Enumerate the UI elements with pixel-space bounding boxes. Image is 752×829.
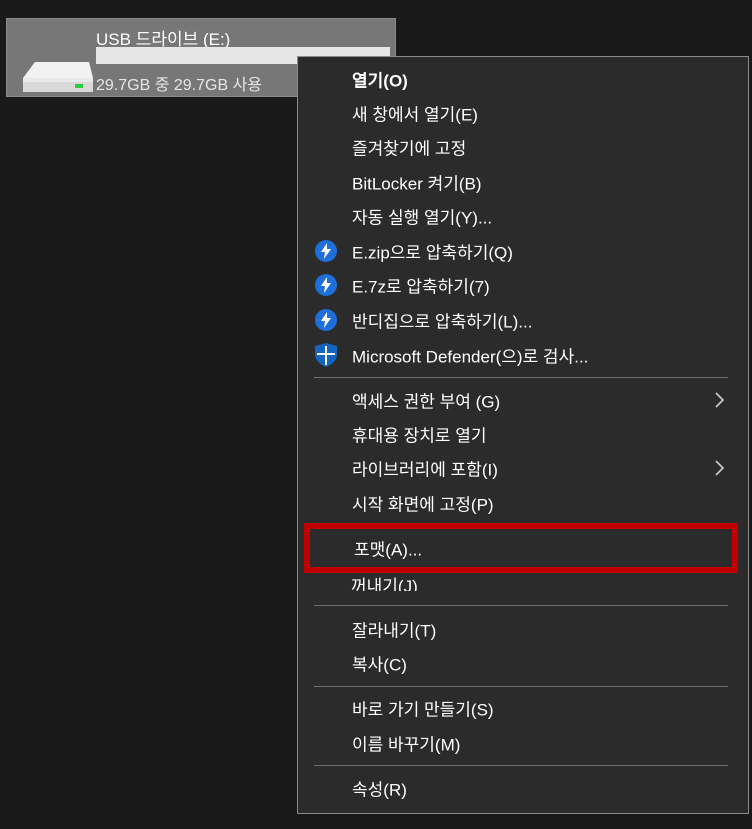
- menu-item-label: 새 창에서 열기(E): [352, 105, 478, 125]
- menu-item-copy[interactable]: 복사(C): [298, 646, 748, 680]
- menu-item-defender-scan[interactable]: Microsoft Defender(으)로 검사...: [298, 338, 748, 372]
- menu-item-label: BitLocker 켜기(B): [352, 174, 482, 194]
- drive-usage-text: 29.7GB 중 29.7GB 사용: [96, 77, 263, 94]
- menu-item-autoplay[interactable]: 자동 실행 열기(Y)...: [298, 199, 748, 233]
- menu-item-label: 복사(C): [352, 655, 407, 675]
- menu-item-compress-bandizip[interactable]: 반디집으로 압축하기(L)...: [298, 303, 748, 337]
- menu-item-label: 포맷(A)...: [354, 540, 423, 560]
- menu-item-cut[interactable]: 잘라내기(T): [298, 612, 748, 646]
- context-menu: 열기(O) 새 창에서 열기(E) 즐겨찾기에 고정 BitLocker 켜기(…: [297, 56, 749, 814]
- menu-item-pin-quick-access[interactable]: 즐겨찾기에 고정: [298, 130, 748, 164]
- menu-separator: [314, 605, 728, 606]
- menu-item-label: 즐겨찾기에 고정: [352, 139, 467, 159]
- menu-item-label: 시작 화면에 고정(P): [352, 495, 494, 515]
- usb-drive-icon: [23, 62, 93, 92]
- chevron-right-icon: [715, 392, 725, 408]
- menu-separator: [314, 686, 728, 687]
- menu-item-label: 휴대용 장치로 열기: [352, 426, 487, 446]
- menu-item-label: 자동 실행 열기(Y)...: [352, 208, 493, 228]
- defender-shield-icon: [315, 343, 337, 367]
- menu-item-compress-zip[interactable]: E.zip으로 압축하기(Q): [298, 234, 748, 268]
- menu-item-label: 액세스 권한 부여 (G): [352, 392, 501, 412]
- menu-item-rename[interactable]: 이름 바꾸기(M): [298, 726, 748, 760]
- menu-item-open[interactable]: 열기(O): [298, 62, 748, 96]
- menu-item-label: 반디집으로 압축하기(L)...: [352, 312, 533, 332]
- menu-item-give-access[interactable]: 액세스 권한 부여 (G): [298, 383, 748, 417]
- menu-item-label: E.zip으로 압축하기(Q): [352, 243, 513, 263]
- chevron-right-icon: [715, 460, 725, 476]
- menu-item-label: E.7z로 압축하기(7): [352, 277, 490, 297]
- menu-item-pin-start[interactable]: 시작 화면에 고정(P): [298, 486, 748, 520]
- menu-item-label: 이름 바꾸기(M): [352, 735, 461, 755]
- menu-item-label: 라이브러리에 포함(I): [352, 460, 498, 480]
- menu-item-open-portable-device[interactable]: 휴대용 장치로 열기: [298, 417, 748, 451]
- menu-item-open-new-window[interactable]: 새 창에서 열기(E): [298, 96, 748, 130]
- menu-separator: [314, 377, 728, 378]
- menu-item-eject[interactable]: 꺼내기(J): [351, 575, 418, 591]
- menu-item-label: 잘라내기(T): [352, 621, 437, 641]
- menu-item-properties[interactable]: 속성(R): [298, 771, 748, 805]
- bandizip-icon: [315, 309, 337, 331]
- menu-separator: [314, 765, 728, 766]
- menu-item-format[interactable]: 포맷(A)...: [304, 523, 738, 573]
- menu-item-bitlocker[interactable]: BitLocker 켜기(B): [298, 165, 748, 199]
- menu-item-label: 열기(O): [352, 71, 408, 91]
- bandizip-icon: [315, 274, 337, 296]
- menu-item-label: 바로 가기 만들기(S): [352, 700, 494, 720]
- menu-item-include-library[interactable]: 라이브러리에 포함(I): [298, 451, 748, 485]
- bandizip-icon: [315, 240, 337, 262]
- menu-item-label: Microsoft Defender(으)로 검사...: [352, 347, 589, 367]
- menu-item-create-shortcut[interactable]: 바로 가기 만들기(S): [298, 691, 748, 725]
- menu-item-label: 속성(R): [352, 780, 407, 800]
- menu-item-compress-7z[interactable]: E.7z로 압축하기(7): [298, 268, 748, 302]
